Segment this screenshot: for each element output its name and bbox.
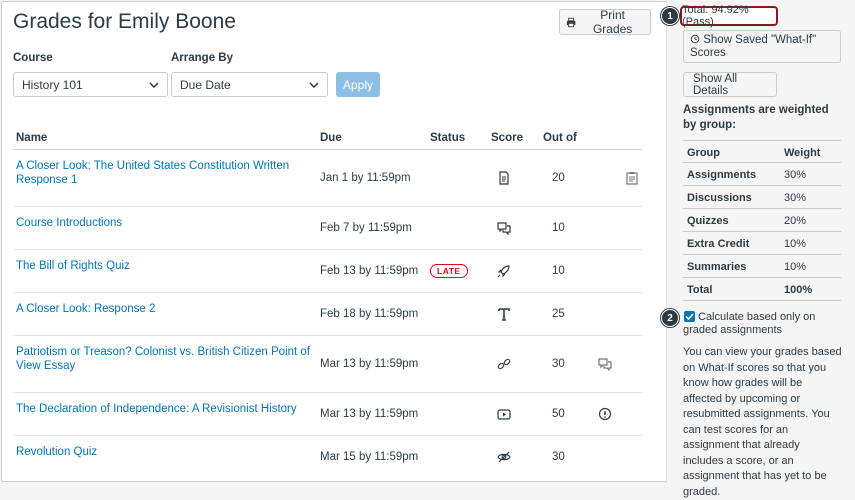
weights-row: Discussions 30% (683, 186, 841, 209)
assignment-link[interactable]: A Closer Look: The United States Constit… (16, 159, 311, 187)
show-what-if-label: Show Saved "What-If" Scores (690, 33, 817, 59)
calculate-graded-only-text: Calculate based only on graded assignmen… (683, 311, 816, 336)
media-icon (497, 409, 511, 420)
rubric-icon[interactable] (625, 171, 639, 185)
weighted-heading: Assignments are weighted by group: (683, 104, 829, 131)
weights-header-weight: Weight (784, 147, 821, 159)
discussion-icon (497, 222, 511, 235)
warning-icon[interactable] (598, 407, 612, 421)
hidden-eye-icon (497, 451, 511, 463)
weight-value: 10% (784, 261, 807, 273)
weight-group: Extra Credit (687, 238, 750, 250)
text-entry-icon (498, 308, 510, 321)
apply-button[interactable]: Apply (336, 72, 380, 97)
assignment-icon (499, 171, 509, 185)
print-grades-label: Print Grades (592, 8, 633, 36)
weight-group: Assignments (687, 169, 757, 181)
table-row: A Closer Look: Response 2 Feb 18 by 11:5… (13, 293, 642, 335)
course-select-value: History 101 (22, 77, 83, 92)
arrange-by-label: Arrange By (171, 52, 233, 64)
assignment-link[interactable]: Course Introductions (16, 216, 311, 230)
print-grades-button[interactable]: Print Grades (559, 8, 651, 36)
weights-total-row: Total 100% (683, 278, 841, 301)
callout-1-badge: 1 (661, 7, 679, 25)
weight-group: Summaries (687, 261, 747, 273)
table-row: A Closer Look: The United States Constit… (13, 150, 642, 206)
col-header-due[interactable]: Due (320, 132, 342, 144)
assignment-link[interactable]: The Declaration of Independence: A Revis… (16, 402, 311, 416)
assignment-due: Feb 18 by 11:59pm (320, 308, 419, 320)
chevron-down-icon (309, 82, 319, 89)
weights-row: Extra Credit 10% (683, 232, 841, 255)
weight-value: 10% (784, 238, 807, 250)
what-if-description: You can view your grades based on What-I… (683, 346, 842, 498)
assignment-link[interactable]: A Closer Look: Response 2 (16, 302, 311, 316)
assignment-link[interactable]: Revolution Quiz (16, 445, 311, 459)
page-title: Grades for Emily Boone (13, 10, 236, 33)
assignment-out-of: 10 (552, 222, 565, 234)
assignment-out-of: 10 (552, 265, 565, 277)
course-label: Course (13, 52, 53, 64)
calculate-graded-only-label[interactable]: Calculate based only on graded assignmen… (683, 311, 843, 337)
assignment-due: Mar 15 by 11:59pm (320, 451, 419, 463)
weight-total-label: Total (687, 284, 713, 296)
total-grade: Total: 94.92% (Pass) (680, 4, 778, 28)
weight-total-value: 100% (784, 284, 813, 296)
late-status-badge: LATE (430, 264, 468, 278)
weight-group: Discussions (687, 192, 752, 204)
col-header-score: Score (491, 132, 523, 144)
course-select[interactable]: History 101 (13, 72, 168, 97)
table-row: The Bill of Rights Quiz Feb 13 by 11:59p… (13, 250, 642, 292)
chevron-down-icon (149, 82, 159, 89)
weight-group: Quizzes (687, 215, 729, 227)
link-icon (497, 358, 511, 370)
assignment-out-of: 25 (552, 308, 565, 320)
table-row: Course Introductions Feb 7 by 11:59pm 10 (13, 207, 642, 249)
assignment-out-of: 50 (552, 408, 565, 420)
weight-value: 30% (784, 192, 807, 204)
weights-row: Summaries 10% (683, 255, 841, 278)
show-what-if-scores-button[interactable]: Show Saved "What-If" Scores (683, 30, 841, 63)
assignment-link[interactable]: The Bill of Rights Quiz (16, 259, 311, 273)
assignment-out-of: 30 (552, 358, 565, 370)
quiz-rocket-icon (497, 265, 510, 278)
table-row: Patriotism or Treason? Colonist vs. Brit… (13, 336, 642, 392)
col-header-out-of: Out of (543, 132, 577, 144)
printer-icon (566, 17, 576, 27)
weights-row: Quizzes 20% (683, 209, 841, 232)
weights-header-row: Group Weight (683, 140, 841, 163)
weights-row: Assignments 30% (683, 163, 841, 186)
weights-header-group: Group (687, 147, 720, 159)
assignment-out-of: 20 (552, 172, 565, 184)
assignment-link[interactable]: Patriotism or Treason? Colonist vs. Brit… (16, 345, 311, 373)
assignment-due: Mar 13 by 11:59pm (320, 408, 419, 420)
weight-value: 20% (784, 215, 807, 227)
show-all-details-button[interactable]: Show All Details (683, 72, 777, 97)
col-header-status: Status (430, 132, 466, 144)
assignment-due: Mar 13 by 11:59pm (320, 358, 419, 370)
history-icon (690, 34, 700, 43)
comments-icon[interactable] (598, 357, 612, 371)
arrange-by-value: Due Date (180, 77, 231, 92)
assignment-due: Feb 7 by 11:59pm (320, 222, 412, 234)
table-row: Revolution Quiz Mar 15 by 11:59pm 30 (13, 436, 642, 478)
col-header-name[interactable]: Name (16, 132, 47, 144)
assignment-out-of: 30 (552, 451, 565, 463)
callout-2-badge: 2 (661, 309, 679, 327)
assignment-due: Jan 1 by 11:59pm (320, 172, 411, 184)
weight-value: 30% (784, 169, 807, 181)
table-row: The Declaration of Independence: A Revis… (13, 393, 642, 435)
arrange-by-select[interactable]: Due Date (171, 72, 328, 97)
assignment-due: Feb 13 by 11:59pm (320, 265, 419, 277)
